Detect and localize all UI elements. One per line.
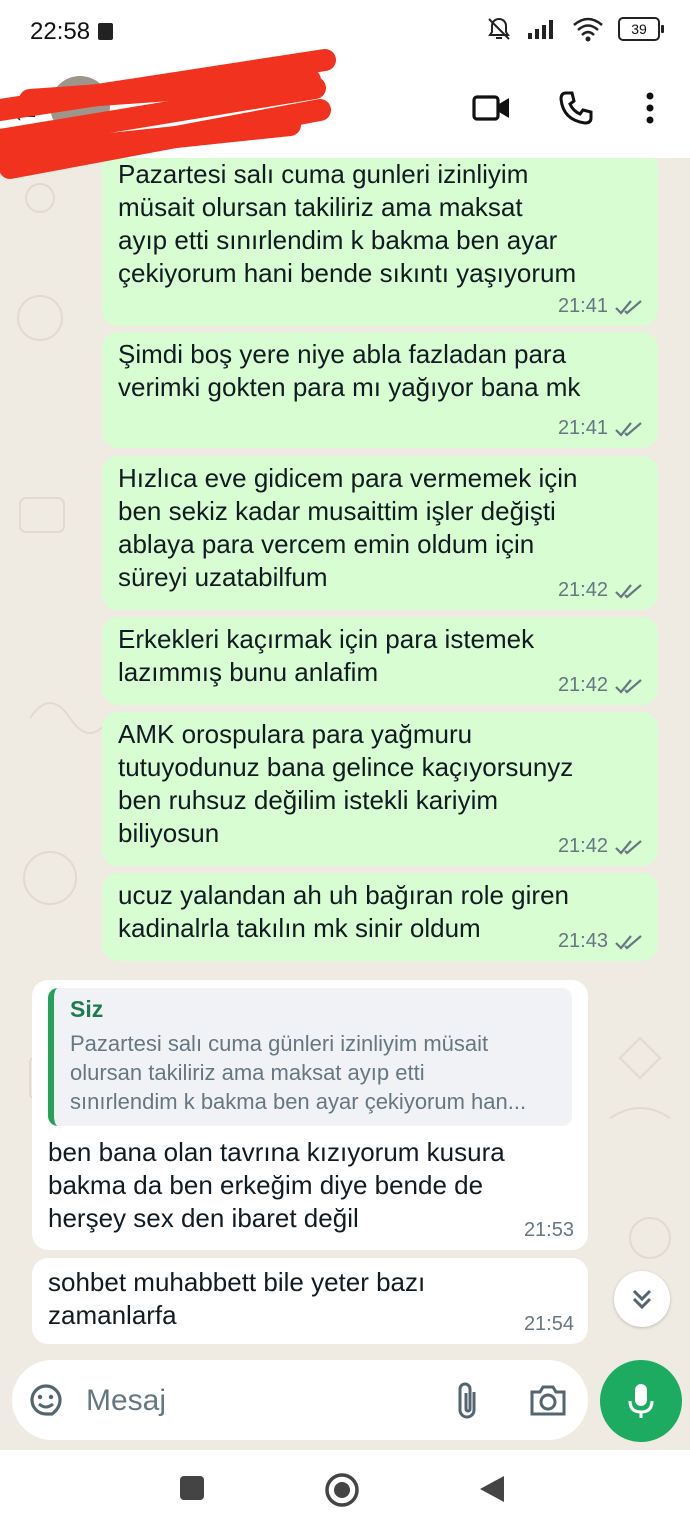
message-time: 21:42 bbox=[557, 674, 608, 696]
video-call-icon[interactable] bbox=[470, 86, 514, 130]
message-text: Pazartesi salı cuma gunleri izinliyim mü… bbox=[118, 159, 577, 288]
message-bubble-outgoing[interactable]: ucuz yalandan ah uh bağıran role giren k… bbox=[102, 873, 658, 961]
message-time: 21:53 bbox=[523, 1219, 574, 1241]
message-text: Hızlıca eve gidicem para vermemek için b… bbox=[118, 463, 578, 592]
message-meta: 21:53 bbox=[524, 1219, 574, 1242]
message-meta: 21:42 bbox=[558, 835, 644, 858]
phone-icon[interactable] bbox=[554, 86, 598, 130]
home-icon[interactable] bbox=[324, 1472, 360, 1508]
chat-area[interactable]: Pazartesi salı cuma gunleri izinliyim mü… bbox=[0, 158, 690, 1358]
status-icons: 39 bbox=[486, 16, 664, 42]
message-input[interactable]: Mesaj bbox=[86, 1384, 166, 1418]
message-time: 21:42 bbox=[557, 579, 608, 601]
back-icon[interactable] bbox=[478, 1474, 506, 1504]
battery-indicator: 39 bbox=[618, 17, 664, 41]
message-bubble-outgoing[interactable]: Erkekleri kaçırmak için para istemek laz… bbox=[102, 617, 658, 705]
message-text: sohbet muhabbett bile yeter bazı zamanla… bbox=[48, 1267, 426, 1330]
signal-icon bbox=[528, 20, 553, 39]
voice-message-button[interactable] bbox=[600, 1360, 682, 1442]
read-ticks-icon bbox=[615, 421, 642, 437]
camera-icon[interactable] bbox=[528, 1382, 568, 1418]
message-bubble-outgoing[interactable]: Pazartesi salı cuma gunleri izinliyim mü… bbox=[102, 158, 658, 326]
back-arrow-icon[interactable]: ← bbox=[8, 92, 42, 131]
more-options-icon[interactable] bbox=[628, 86, 672, 130]
quoted-message[interactable]: Siz Pazartesi salı cuma günleri izinliyi… bbox=[48, 988, 572, 1126]
message-meta: 21:42 bbox=[558, 579, 644, 602]
contact-avatar[interactable] bbox=[50, 76, 110, 136]
message-meta: 21:41 bbox=[558, 417, 644, 440]
read-ticks-icon bbox=[615, 583, 642, 599]
message-meta: 21:41 bbox=[558, 295, 644, 318]
system-navigation-bar bbox=[0, 1450, 690, 1533]
wifi-icon bbox=[573, 17, 603, 42]
read-ticks-icon bbox=[615, 678, 642, 694]
message-meta: 21:43 bbox=[558, 930, 644, 953]
message-time: 21:42 bbox=[557, 835, 608, 857]
message-time: 21:41 bbox=[557, 295, 608, 317]
sticker-icon[interactable] bbox=[26, 1380, 66, 1420]
message-text: ben bana olan tavrına kızıyorum kusura b… bbox=[48, 1137, 505, 1233]
chat-header: ← bbox=[0, 62, 690, 158]
status-time: 22:58 bbox=[30, 18, 91, 45]
read-ticks-icon bbox=[615, 299, 642, 315]
message-bubble-outgoing[interactable]: Hızlıca eve gidicem para vermemek için b… bbox=[102, 456, 658, 610]
message-time: 21:41 bbox=[557, 417, 608, 439]
message-bubble-incoming[interactable]: sohbet muhabbett bile yeter bazı zamanla… bbox=[32, 1258, 588, 1344]
message-composer[interactable]: Mesaj bbox=[12, 1360, 588, 1440]
message-text: Şimdi boş yere niye abla fazladan para v… bbox=[118, 339, 581, 402]
quote-author: Siz bbox=[70, 996, 104, 1022]
read-ticks-icon bbox=[615, 839, 642, 855]
scroll-to-bottom-button[interactable] bbox=[614, 1271, 670, 1327]
message-time: 21:54 bbox=[523, 1313, 574, 1335]
status-bar: 22:58 39 bbox=[0, 0, 690, 62]
message-bubble-outgoing[interactable]: AMK orospulara para yağmuru tutuyodunuz … bbox=[102, 712, 658, 866]
message-meta: 21:54 bbox=[524, 1313, 574, 1336]
double-chevron-down-icon bbox=[632, 1289, 652, 1310]
mute-icon bbox=[488, 17, 510, 40]
microphone-icon bbox=[628, 1384, 654, 1418]
sim-card-icon bbox=[98, 23, 113, 40]
battery-level: 39 bbox=[631, 21, 647, 37]
message-bubble-outgoing[interactable]: Şimdi boş yere niye abla fazladan para v… bbox=[102, 332, 658, 448]
message-text: AMK orospulara para yağmuru tutuyodunuz … bbox=[118, 719, 574, 848]
attach-icon[interactable] bbox=[452, 1380, 482, 1422]
read-ticks-icon bbox=[615, 934, 642, 950]
message-bubble-incoming[interactable]: Siz Pazartesi salı cuma günleri izinliyi… bbox=[32, 980, 588, 1250]
message-time: 21:43 bbox=[557, 930, 608, 952]
quote-text: Pazartesi salı cuma günleri izinliyim mü… bbox=[70, 1031, 527, 1114]
recent-apps-icon[interactable] bbox=[178, 1474, 206, 1502]
message-meta: 21:42 bbox=[558, 674, 644, 697]
